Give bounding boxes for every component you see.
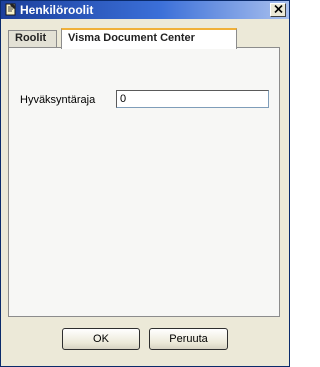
notepad-icon (5, 3, 17, 16)
tab-panel: Hyväksyntäraja (8, 47, 280, 317)
window-title: Henkilöroolit (20, 3, 94, 17)
approval-limit-input[interactable] (116, 90, 269, 108)
tab-visma-document-center[interactable]: Visma Document Center (61, 28, 237, 49)
dialog-window: Henkilöroolit Roolit Visma Document Cent… (0, 0, 290, 367)
ok-button[interactable]: OK (62, 328, 140, 350)
close-button[interactable] (270, 3, 286, 17)
cancel-button[interactable]: Peruuta (149, 328, 228, 350)
close-icon (273, 4, 283, 16)
dialog-client-area: Roolit Visma Document Center Hyväksyntär… (2, 20, 288, 366)
tab-roolit[interactable]: Roolit (8, 30, 57, 47)
title-bar[interactable]: Henkilöroolit (1, 1, 289, 19)
approval-limit-label: Hyväksyntäraja (20, 94, 96, 106)
